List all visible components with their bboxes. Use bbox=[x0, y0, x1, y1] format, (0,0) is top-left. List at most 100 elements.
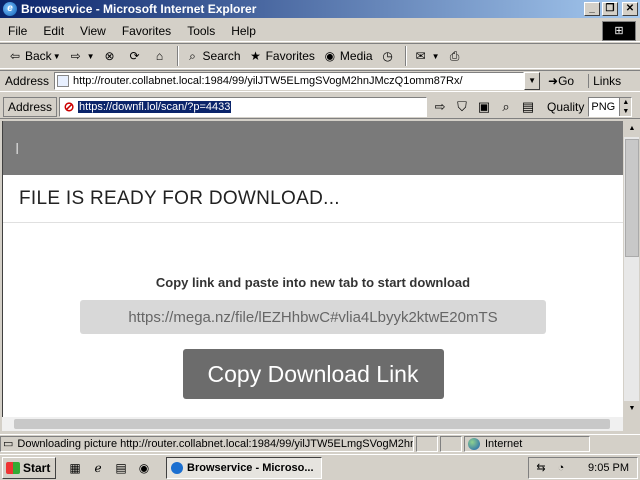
address-input[interactable]: http://router.collabnet.local:1984/99/yi… bbox=[54, 72, 525, 90]
close-button[interactable]: ✕ bbox=[622, 2, 638, 16]
clock: 9:05 PM bbox=[588, 461, 629, 474]
title-bar: e Browservice - Microsoft Internet Explo… bbox=[0, 0, 640, 18]
show-desktop-icon[interactable]: ▦ bbox=[66, 459, 84, 477]
zone-label: Internet bbox=[485, 437, 523, 450]
network-tray-icon[interactable]: ⇆ bbox=[533, 461, 549, 474]
menu-help[interactable]: Help bbox=[223, 24, 264, 38]
horizontal-scrollbar[interactable] bbox=[2, 417, 623, 431]
text-cursor-icon: I bbox=[15, 141, 20, 158]
taskbar-item-browservice[interactable]: Browservice - Microso... bbox=[166, 456, 322, 479]
status-page-icon: ▭ bbox=[3, 438, 14, 450]
download-link-field[interactable]: https://mega.nz/file/lEZHhbwC#vlia4Lbyyk… bbox=[80, 300, 546, 334]
home-button[interactable]: ⌂ bbox=[149, 45, 174, 67]
menu-file[interactable]: File bbox=[0, 24, 35, 38]
quality-value: PNG bbox=[591, 100, 616, 113]
vertical-scroll-thumb[interactable] bbox=[625, 139, 639, 257]
copy-download-link-button[interactable]: Copy Download Link bbox=[182, 349, 444, 399]
print-button[interactable]: ⎙ bbox=[444, 45, 469, 67]
explorer-quicklaunch-icon[interactable]: ▤ bbox=[112, 459, 130, 477]
clipboard-icon[interactable]: ▤ bbox=[519, 98, 537, 116]
mail-button[interactable]: ✉ ▼ bbox=[410, 45, 444, 67]
menu-edit[interactable]: Edit bbox=[35, 24, 72, 38]
menu-favorites[interactable]: Favorites bbox=[114, 24, 179, 38]
proxy-go-icon[interactable]: ⇨ bbox=[431, 98, 449, 116]
mail-dropdown-icon[interactable]: ▼ bbox=[432, 52, 440, 61]
favorites-button[interactable]: ★ Favorites bbox=[245, 45, 319, 67]
address-url: http://router.collabnet.local:1984/99/yi… bbox=[73, 75, 463, 87]
forward-dropdown-icon[interactable]: ▼ bbox=[87, 52, 95, 61]
stop-button[interactable]: ⊗ bbox=[99, 45, 124, 67]
address-label: Address bbox=[5, 74, 50, 88]
page-viewport: I FILE IS READY FOR DOWNLOAD... Copy lin… bbox=[2, 121, 623, 417]
menu-bar: File Edit View Favorites Tools Help ⊞ bbox=[0, 20, 640, 42]
vertical-scrollbar[interactable]: ▲ ▼ bbox=[623, 121, 640, 417]
scroll-down-icon[interactable]: ▼ bbox=[624, 401, 640, 417]
start-button[interactable]: Start bbox=[2, 456, 56, 479]
media-player-quicklaunch-icon[interactable]: ◉ bbox=[135, 459, 153, 477]
start-label: Start bbox=[23, 460, 51, 475]
address-bar: Address http://router.collabnet.local:19… bbox=[0, 70, 640, 92]
go-button[interactable]: ➜ Go bbox=[548, 74, 574, 88]
quality-spin-icon[interactable]: ▲ ▼ bbox=[619, 97, 632, 116]
status-cell bbox=[440, 435, 462, 452]
page-header-band: I bbox=[3, 121, 623, 175]
windows-throbber-icon: ⊞ bbox=[602, 20, 636, 41]
links-button[interactable]: Links bbox=[588, 74, 621, 88]
favorites-icon: ★ bbox=[250, 49, 261, 63]
search-button[interactable]: ⌕ Search bbox=[182, 45, 245, 67]
forward-arrow-icon: ⇨ bbox=[70, 49, 81, 63]
find-icon[interactable]: ⌕ bbox=[497, 98, 515, 116]
quality-label: Quality bbox=[547, 99, 585, 114]
menu-tools[interactable]: Tools bbox=[179, 24, 223, 38]
volume-tray-icon[interactable]: ◔ bbox=[553, 462, 569, 474]
menu-view[interactable]: View bbox=[72, 24, 114, 38]
internet-globe-icon bbox=[468, 437, 480, 450]
search-label: Search bbox=[202, 49, 241, 63]
status-bar: ▭ Downloading picture http://router.coll… bbox=[0, 434, 640, 452]
refresh-button[interactable]: ⟳ bbox=[124, 45, 149, 67]
ie-quicklaunch-icon[interactable]: ℯ bbox=[89, 459, 107, 477]
page-icon bbox=[57, 75, 70, 87]
favorites-label: Favorites bbox=[265, 49, 315, 63]
toolbar-separator bbox=[176, 46, 179, 66]
toolbar-separator bbox=[404, 46, 407, 66]
mail-icon: ✉ bbox=[415, 49, 426, 63]
instruction-text: Copy link and paste into new tab to star… bbox=[155, 275, 471, 290]
system-tray: ⇆ ◔ 9:05 PM bbox=[528, 456, 638, 479]
status-cell bbox=[416, 435, 438, 452]
history-button[interactable]: ◷ bbox=[377, 45, 402, 67]
bookmarks-list-icon[interactable]: ▣ bbox=[475, 98, 493, 116]
proxy-address-input[interactable]: ⊘ https://downfl.lol/scan/?p=4433 bbox=[59, 96, 428, 117]
back-arrow-icon: ⇦ bbox=[9, 49, 21, 63]
back-button[interactable]: ⇦ Back ▼ bbox=[4, 45, 65, 67]
history-icon: ◷ bbox=[382, 49, 393, 63]
task-label: Browservice - Microso... bbox=[187, 461, 314, 474]
quality-select[interactable]: PNG ▲ ▼ bbox=[588, 96, 633, 117]
print-icon: ⎙ bbox=[449, 48, 460, 63]
page-heading: FILE IS READY FOR DOWNLOAD... bbox=[3, 175, 623, 223]
security-zone: Internet bbox=[464, 435, 590, 452]
media-label: Media bbox=[339, 49, 373, 63]
standard-toolbar: ⇦ Back ▼ ⇨ ▼ ⊗ ⟳ ⌂ ⌕ Search ★ Favorites … bbox=[0, 43, 640, 69]
taskbar: Start ▦ ℯ ▤ ◉ Browservice - Microso... ⇆… bbox=[0, 454, 640, 480]
horizontal-scroll-thumb[interactable] bbox=[14, 419, 610, 429]
go-label: Go bbox=[558, 74, 575, 88]
bookmark-icon[interactable]: ⛉ bbox=[453, 98, 471, 116]
forward-button[interactable]: ⇨ ▼ bbox=[65, 45, 99, 67]
proxy-address-label: Address bbox=[3, 96, 58, 117]
scroll-up-icon[interactable]: ▲ bbox=[624, 121, 640, 137]
address-dropdown-icon[interactable]: ▼ bbox=[524, 72, 541, 90]
maximize-button[interactable]: ❐ bbox=[602, 2, 618, 16]
status-text: Downloading picture http://router.collab… bbox=[17, 437, 414, 450]
media-icon: ◉ bbox=[324, 49, 336, 63]
minimize-button[interactable]: _ bbox=[584, 2, 600, 16]
back-dropdown-icon[interactable]: ▼ bbox=[53, 52, 61, 61]
insecure-icon: ⊘ bbox=[63, 98, 75, 114]
status-text-panel: ▭ Downloading picture http://router.coll… bbox=[0, 435, 414, 452]
home-icon: ⌂ bbox=[155, 49, 164, 63]
windows-flag-icon bbox=[6, 461, 20, 474]
media-button[interactable]: ◉ Media bbox=[319, 45, 377, 67]
search-icon: ⌕ bbox=[189, 48, 196, 63]
ie-logo-icon: e bbox=[3, 2, 17, 16]
back-label: Back bbox=[25, 49, 52, 63]
